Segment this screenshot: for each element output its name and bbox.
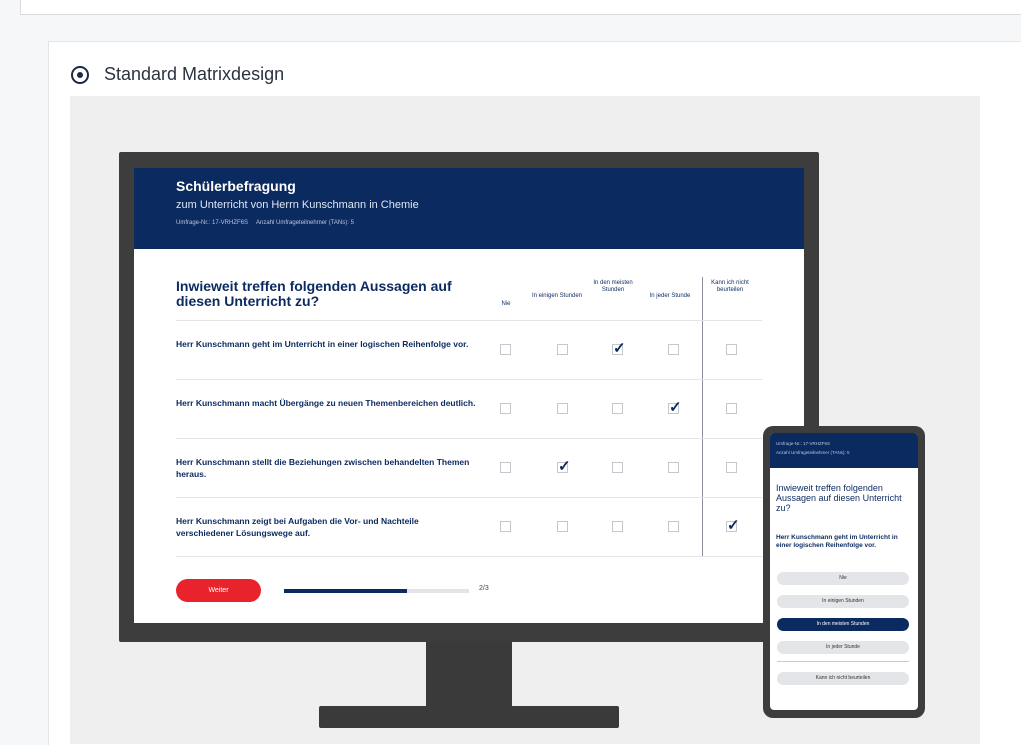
phone-option-4[interactable]: In jeder Stunde [777, 641, 909, 654]
checkbox-r1-c2[interactable] [557, 344, 568, 355]
checkbox-r1-c1[interactable] [500, 344, 511, 355]
checkbox-r2-c1[interactable] [500, 403, 511, 414]
page-indicator: 2/3 [479, 585, 489, 592]
question-title: Inwieweit treffen folgenden Aussagen auf… [176, 278, 452, 309]
checkbox-r3-c3[interactable] [612, 462, 623, 473]
checkbox-r2-c2[interactable] [557, 403, 568, 414]
statement-row-3: Herr Kunschmann stellt die Beziehungen z… [176, 457, 470, 479]
statement-row-4: Herr Kunschmann zeigt bei Aufgaben die V… [176, 516, 419, 538]
row-separator [176, 497, 762, 498]
statement-row-2: Herr Kunschmann macht Übergänge zu neuen… [176, 398, 476, 408]
row-separator [176, 379, 762, 380]
checkbox-r4-c2[interactable] [557, 521, 568, 532]
checkbox-r2-c5[interactable] [726, 403, 737, 414]
phone-option-1[interactable]: Nie [777, 572, 909, 585]
phone-statement: Herr Kunschmann geht im Unterricht in ei… [776, 534, 898, 549]
phone-option-5[interactable]: Kann ich nicht beurteilen [777, 672, 909, 685]
column-header-meisten: In den meisten Stunden [593, 280, 633, 293]
monitor-base [319, 706, 619, 728]
progress-bar [284, 589, 469, 593]
design-option-label[interactable]: Standard Matrixdesign [104, 64, 284, 85]
checkbox-r3-c5[interactable] [726, 462, 737, 473]
row-separator [176, 438, 762, 439]
previous-option-card [20, 0, 1021, 15]
phone-survey-number: Umfrage-Nr.: 17-VRHZF6S [776, 441, 831, 446]
checkbox-r1-c5[interactable] [726, 344, 737, 355]
radio-selected-dot [77, 72, 83, 78]
column-header-nie: Nie [501, 301, 511, 307]
survey-meta: Umfrage-Nr.: 17-VRHZF6S Anzahl Umfragetei… [176, 220, 362, 226]
column-header-jeder: In jeder Stunde [649, 293, 691, 299]
phone-header: Umfrage-Nr.: 17-VRHZF6S Anzahl Umfragete… [770, 433, 918, 468]
row-separator [176, 320, 762, 321]
checkbox-r4-c4[interactable] [668, 521, 679, 532]
monitor-screen: Schülerbefragung zum Unterricht von Herr… [134, 168, 804, 623]
phone-meta: Umfrage-Nr.: 17-VRHZF6S Anzahl Umfragete… [776, 439, 849, 457]
checkbox-r1-c4[interactable] [668, 344, 679, 355]
survey-subtitle: zum Unterricht von Herrn Kunschmann in C… [176, 199, 419, 211]
checkbox-r3-c4[interactable] [668, 462, 679, 473]
checkbox-r4-c5[interactable] [726, 516, 740, 534]
monitor-stand [426, 641, 512, 707]
phone-option-2[interactable]: In einigen Stunden [777, 595, 909, 608]
checkbox-r1-c3[interactable] [612, 339, 626, 357]
checkbox-r2-c3[interactable] [612, 403, 623, 414]
phone-option-3[interactable]: In den meisten Stunden [777, 618, 909, 631]
design-radio-button[interactable] [71, 66, 89, 84]
column-divider [702, 277, 703, 557]
phone-question: Inwieweit treffen folgenden Aussagen auf… [776, 483, 902, 513]
survey-number: Umfrage-Nr.: 17-VRHZF6S [176, 220, 249, 226]
checkbox-r4-c1[interactable] [500, 521, 511, 532]
phone-participant-count: Anzahl Umfrageteilnehmer (TANs): 5 [776, 450, 850, 455]
row-separator [176, 556, 762, 557]
checkbox-r4-c3[interactable] [612, 521, 623, 532]
column-header-einigen: In einigen Stunden [531, 293, 583, 299]
checkbox-r2-c4[interactable] [668, 398, 682, 416]
checkbox-r3-c2[interactable] [557, 457, 571, 475]
survey-title: Schülerbefragung [176, 178, 296, 194]
column-header-kann-nicht: Kann ich nicht beurteilen [711, 280, 749, 293]
checkbox-r3-c1[interactable] [500, 462, 511, 473]
weiter-button[interactable]: Weiter [176, 579, 261, 602]
phone-screen: Umfrage-Nr.: 17-VRHZF6S Anzahl Umfragete… [770, 433, 918, 710]
progress-fill [284, 589, 408, 593]
statement-row-1: Herr Kunschmann geht im Unterricht in ei… [176, 339, 469, 349]
phone-option-separator [777, 661, 909, 662]
survey-header: Schülerbefragung zum Unterricht von Herr… [134, 168, 804, 249]
participant-count: Anzahl Umfrageteilnehmer (TANs): 5 [256, 220, 354, 226]
